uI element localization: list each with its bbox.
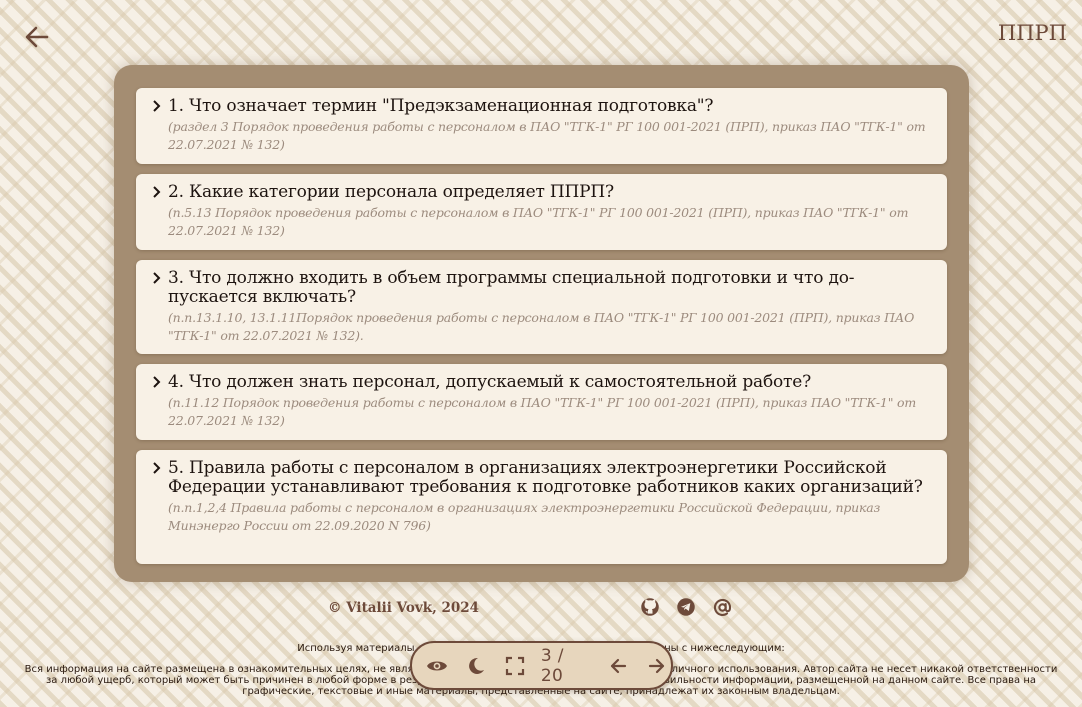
question-reference: (раздел 3 Порядок проведения работы с пе… [168,119,926,152]
question-reference: (п.11.12 Порядок проведения работы с пер… [168,395,916,428]
fullscreen-button[interactable] [502,652,529,680]
github-link[interactable] [640,597,662,619]
telegram-icon [677,598,695,616]
chevron-right-icon [153,376,161,388]
arrow-left-icon [25,26,49,48]
back-button[interactable] [22,22,52,52]
next-button[interactable] [644,652,671,680]
arrow-right-icon [649,658,665,673]
question-reference: (п.5.13 Порядок проведения работы с перс… [168,205,909,238]
moon-icon [469,657,484,674]
question-card[interactable]: 3. Что должно входить в объем программы … [136,260,947,354]
copyright: © Vitalii Vovk, 2024 [328,600,480,616]
eye-icon [426,661,447,670]
question-text: 4. Что должен знать персонал, допускаемы… [168,372,812,392]
at-sign-icon [713,598,732,617]
fullscreen-icon [506,656,525,675]
chevron-right-icon [153,100,161,112]
question-card[interactable]: 1. Что означает термин "Предэкзаменацион… [136,88,947,164]
questions-panel: 1. Что означает термин "Предэкзаменацион… [114,65,969,582]
chevron-right-icon [153,186,161,198]
page-title: ППРП [997,21,1067,45]
footer: © Vitalii Vovk, 2024 [0,597,1082,621]
question-text: 5. Правила работы с персоналом в организ… [168,458,923,497]
eye-button[interactable] [423,652,450,680]
email-link[interactable] [712,597,734,619]
chevron-right-icon [153,272,161,284]
theme-toggle-button[interactable] [462,652,489,680]
question-text: 3. Что должно входить в объем программы … [168,268,855,307]
previous-button[interactable] [604,652,631,680]
telegram-link[interactable] [676,597,698,619]
question-card[interactable]: 4. Что должен знать персонал, допускаемы… [136,364,947,440]
page-counter: 3 / 20 [540,645,564,686]
question-card[interactable]: 2. Какие категории персонала определяет … [136,174,947,250]
question-card[interactable]: 5. Правила работы с персоналом в организ… [136,450,947,564]
question-text: 1. Что означает термин "Предэкзаменацион… [168,96,714,116]
github-icon [641,598,659,616]
bottom-toolbar: 3 / 20 [410,641,673,690]
chevron-right-icon [153,462,161,474]
question-reference: (п.п.13.1.10, 13.1.11Порядок проведения … [168,310,915,343]
question-text: 2. Какие категории персонала определяет … [168,182,614,202]
arrow-left-icon [610,658,627,673]
question-reference: (п.п.1,2,4 Правила работы с персоналом в… [168,500,881,533]
